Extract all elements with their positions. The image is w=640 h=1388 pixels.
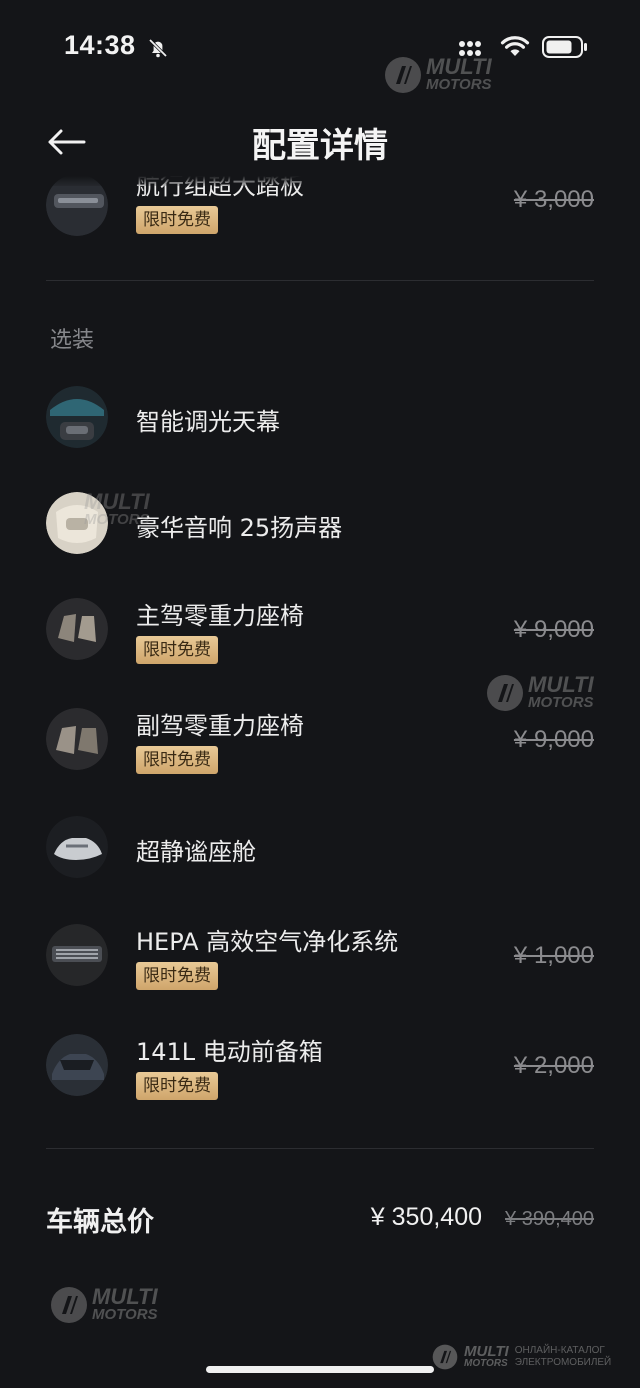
item-thumbnail	[46, 924, 108, 986]
list-item[interactable]: 副驾零重力座椅 限时免费 ¥ 9,000	[46, 708, 594, 798]
home-indicator[interactable]	[206, 1366, 434, 1373]
item-thumbnail	[46, 598, 108, 660]
page-title: 配置详情	[252, 126, 388, 166]
list-item[interactable]: 141L 电动前备箱 限时免费 ¥ 2,000	[46, 1034, 594, 1124]
item-thumbnail	[46, 816, 108, 878]
bell-slash-icon	[146, 36, 170, 64]
status-bar: 14:38	[0, 0, 640, 90]
free-badge: 限时免费	[136, 636, 218, 664]
watermark-footer: MULTI MOTORS ОНЛАЙН-КАТАЛОГ ЭЛЕКТРОМОБИЛЕЙ	[432, 1344, 611, 1370]
total-price: ¥ 350,400	[370, 1203, 482, 1231]
item-thumbnail	[46, 386, 108, 448]
original-price: ¥ 9,000	[513, 726, 594, 753]
divider	[46, 280, 594, 281]
total-label: 车辆总价	[46, 1207, 154, 1238]
watermark-logo: MULTI MOTORS	[84, 489, 150, 528]
list-item[interactable]: 智能调光天幕	[46, 386, 594, 476]
total-original-price: ¥ 390,400	[505, 1208, 594, 1230]
battery-icon	[542, 36, 588, 62]
item-name: 主驾零重力座椅	[136, 602, 304, 630]
free-badge: 限时免费	[136, 962, 218, 990]
watermark-logo: MULTI MOTORS	[384, 56, 492, 94]
original-price: ¥ 2,000	[513, 1052, 594, 1079]
original-price: ¥ 1,000	[513, 942, 594, 969]
screen: 14:38 配置详情 航行组超大踏板 限时免费 ¥ 3,000 选装 智能调光天…	[0, 0, 640, 1388]
original-price: ¥ 9,000	[513, 616, 594, 643]
list-item[interactable]: 超静谧座舱	[46, 816, 594, 906]
item-name: 141L 电动前备箱	[136, 1038, 323, 1066]
free-badge: 限时免费	[136, 206, 218, 234]
item-thumbnail	[46, 1034, 108, 1096]
original-price: ¥ 3,000	[513, 186, 594, 213]
item-thumbnail	[46, 708, 108, 770]
section-label-optional: 选装	[50, 328, 95, 353]
watermark-logo: MULTI MOTORS	[50, 1286, 158, 1324]
free-badge: 限时免费	[136, 746, 218, 774]
item-name: 豪华音响 25扬声器	[136, 514, 343, 542]
list-item[interactable]: HEPA 高效空气净化系统 限时免费 ¥ 1,000	[46, 924, 594, 1014]
item-name: HEPA 高效空气净化系统	[136, 928, 399, 956]
divider	[46, 1148, 594, 1149]
status-time: 14:38	[64, 30, 136, 60]
watermark-logo: MULTI MOTORS	[486, 674, 594, 712]
item-name: 智能调光天幕	[136, 408, 280, 436]
wifi-icon	[500, 34, 530, 62]
scroll-mask	[0, 164, 640, 186]
item-name: 副驾零重力座椅	[136, 712, 304, 740]
item-name: 超静谧座舱	[136, 838, 256, 866]
free-badge: 限时免费	[136, 1072, 218, 1100]
